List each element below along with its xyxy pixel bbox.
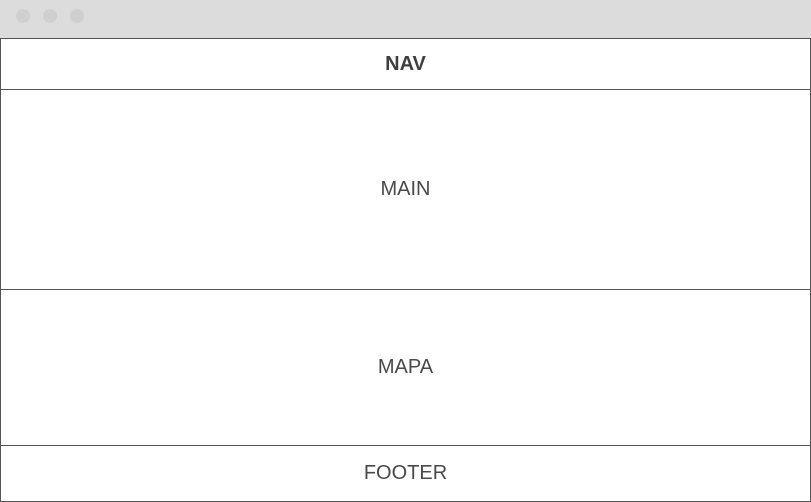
window-minimize-dot-icon[interactable] (43, 9, 57, 23)
window-close-dot-icon[interactable] (16, 9, 30, 23)
window-titlebar (0, 0, 811, 38)
main-section: MAIN (1, 89, 810, 290)
browser-window: NAV MAIN MAPA FOOTER (0, 0, 811, 502)
main-label: MAIN (380, 177, 431, 200)
page-wireframe: NAV MAIN MAPA FOOTER (0, 38, 811, 502)
map-section: MAPA (1, 289, 810, 446)
window-maximize-dot-icon[interactable] (70, 9, 84, 23)
footer-label: FOOTER (363, 461, 448, 484)
footer-section: FOOTER (1, 445, 810, 502)
map-label: MAPA (377, 355, 434, 378)
nav-section: NAV (1, 38, 810, 90)
nav-label: NAV (385, 52, 426, 75)
